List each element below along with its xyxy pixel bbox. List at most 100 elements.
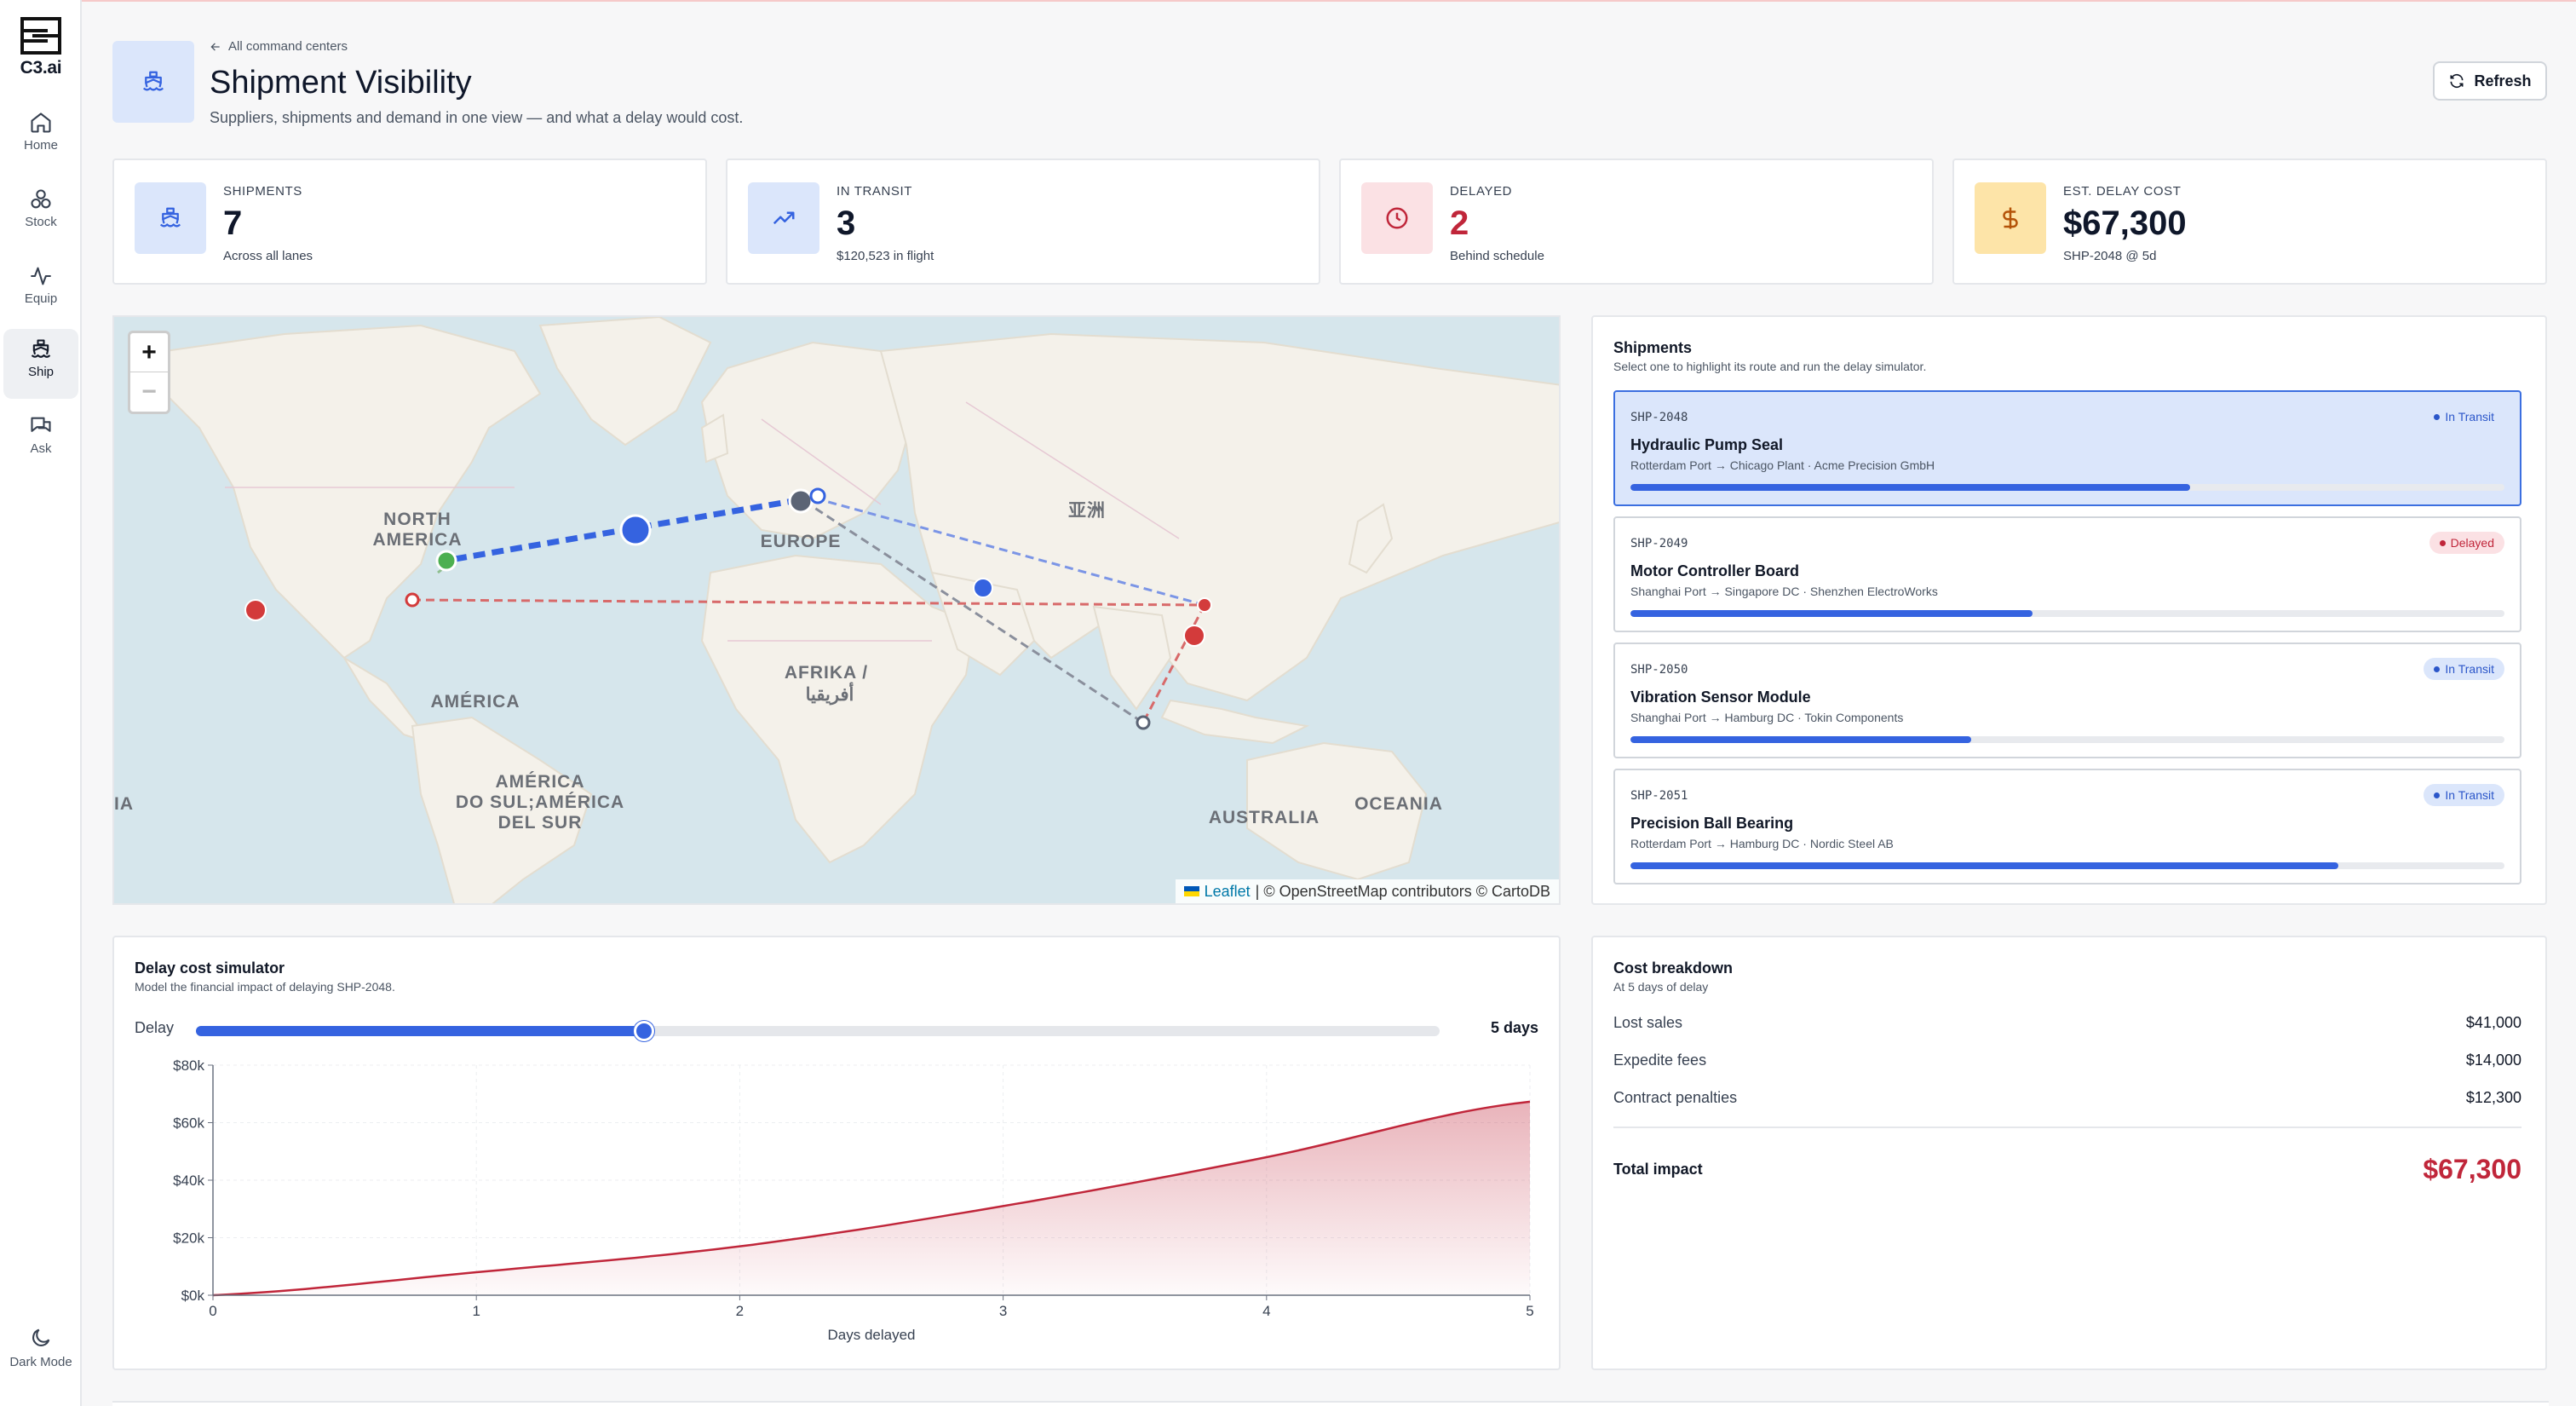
marker-shanghai-port[interactable] bbox=[1197, 597, 1212, 613]
sidebar: C3.ai Home Stock Equip Ship Ask Dark Mod… bbox=[0, 0, 82, 1406]
cost-breakdown-title: Cost breakdown bbox=[1613, 959, 1734, 977]
shipment-id: SHP-2050 bbox=[1630, 663, 1688, 677]
progress-fill bbox=[1630, 610, 2033, 617]
kpi-sub: Behind schedule bbox=[1450, 249, 1544, 263]
marker-supplier-rotterdam[interactable] bbox=[788, 488, 814, 514]
world-map[interactable]: NORTH AMERICA EUROPE 亚洲 AMÉRICA AFRIKA /… bbox=[114, 317, 1561, 905]
marker-shp-2049[interactable] bbox=[1183, 625, 1205, 647]
shipment-name: Precision Ball Bearing bbox=[1630, 815, 1794, 832]
status-dot bbox=[2439, 539, 2446, 546]
sidebar-item-ask[interactable]: Ask bbox=[3, 406, 78, 475]
shipment-card-shp-2051[interactable]: SHP-2051 In Transit Precision Ball Beari… bbox=[1613, 769, 2521, 885]
page-title: Shipment Visibility bbox=[210, 65, 472, 101]
marker-delayed-pacific[interactable] bbox=[244, 599, 267, 621]
breadcrumb-label: All command centers bbox=[228, 39, 348, 54]
cost-label: Lost sales bbox=[1613, 1014, 1683, 1031]
x-tick-label: 2 bbox=[736, 1303, 744, 1319]
cost-row-contract-penalties: Contract penalties $12,300 bbox=[1613, 1089, 2521, 1107]
attribution-text: | © OpenStreetMap contributors © CartoDB bbox=[1255, 882, 1550, 900]
status-dot bbox=[2434, 666, 2441, 672]
progress-fill bbox=[1630, 736, 1972, 743]
zoom-control: + − bbox=[128, 331, 170, 414]
shipment-name: Motor Controller Board bbox=[1630, 562, 1799, 579]
refresh-icon bbox=[2450, 73, 2464, 89]
status-label: In Transit bbox=[2445, 662, 2494, 676]
zoom-in-button[interactable]: + bbox=[130, 333, 168, 372]
kpi-value: 7 bbox=[223, 205, 243, 242]
logo-text: C3.ai bbox=[20, 58, 62, 78]
slider-thumb[interactable] bbox=[633, 1021, 654, 1041]
cost-label: Expedite fees bbox=[1613, 1052, 1707, 1069]
ship-icon bbox=[31, 339, 51, 358]
y-tick-label: $40k bbox=[173, 1173, 204, 1189]
kpi-label: EST. DELAY COST bbox=[2063, 184, 2182, 199]
shipment-name: Hydraulic Pump Seal bbox=[1630, 436, 1784, 453]
shipment-card-shp-2048[interactable]: SHP-2048 In Transit Hydraulic Pump Seal … bbox=[1613, 390, 2521, 506]
map-label-europe: EUROPE bbox=[761, 532, 842, 551]
kpi-label: IN TRANSIT bbox=[837, 184, 913, 199]
map-label-africa: AFRIKA / bbox=[785, 663, 868, 683]
home-icon bbox=[31, 112, 51, 133]
dark-mode-toggle[interactable]: Dark Mode bbox=[3, 1326, 78, 1370]
marker-chicago-plant[interactable] bbox=[435, 550, 457, 572]
status-label: Delayed bbox=[2450, 536, 2494, 550]
status-label: In Transit bbox=[2445, 788, 2494, 802]
shipment-id: SHP-2051 bbox=[1630, 789, 1688, 803]
map-label-oceania: OCEANIA bbox=[1354, 794, 1443, 814]
shipments-title: Shipments bbox=[1613, 339, 1693, 356]
status-dot bbox=[2434, 413, 2441, 420]
shipment-card-shp-2050[interactable]: SHP-2050 In Transit Vibration Sensor Mod… bbox=[1613, 642, 2521, 758]
arrow-left-icon bbox=[210, 42, 220, 51]
x-axis-label: Days delayed bbox=[827, 1327, 915, 1343]
kpi-card-shipments: SHIPMENTS 7 Across all lanes bbox=[112, 158, 707, 285]
cost-label: Contract penalties bbox=[1613, 1089, 1738, 1106]
area-fill bbox=[213, 1101, 1530, 1295]
x-tick-label: 3 bbox=[999, 1303, 1007, 1319]
kpi-label: DELAYED bbox=[1450, 184, 1513, 199]
sidebar-item-label: Stock bbox=[25, 215, 57, 229]
map-label-south-america-3: DEL SUR bbox=[498, 813, 583, 833]
delay-slider[interactable] bbox=[196, 1021, 1440, 1041]
next-section-edge bbox=[112, 1401, 2549, 1406]
map-attribution: Leaflet | © OpenStreetMap contributors ©… bbox=[1175, 879, 1559, 903]
logo[interactable]: C3.ai bbox=[17, 17, 65, 78]
map-label-africa-ar: أفريقيا bbox=[806, 682, 854, 706]
marker-origin-us-south[interactable] bbox=[405, 592, 420, 608]
status-badge: In Transit bbox=[2424, 784, 2504, 806]
shipments-panel: Shipments Select one to highlight its ro… bbox=[1591, 315, 2547, 905]
delay-slider-value: 5 days bbox=[1490, 1019, 1538, 1036]
cost-row-expedite-fees: Expedite fees $14,000 bbox=[1613, 1052, 2521, 1069]
shipment-map[interactable]: NORTH AMERICA EUROPE 亚洲 AMÉRICA AFRIKA /… bbox=[112, 315, 1561, 905]
page-subtitle: Suppliers, shipments and demand in one v… bbox=[210, 109, 744, 126]
marker-shp-2050[interactable] bbox=[973, 578, 993, 598]
refresh-button[interactable]: Refresh bbox=[2433, 61, 2547, 101]
marker-port-rotterdam[interactable] bbox=[809, 487, 826, 504]
top-accent-line bbox=[0, 0, 2576, 2]
sidebar-item-stock[interactable]: Stock bbox=[3, 179, 78, 249]
shipment-card-shp-2049[interactable]: SHP-2049 Delayed Motor Controller Board … bbox=[1613, 516, 2521, 632]
shipments-subtitle: Select one to highlight its route and ru… bbox=[1613, 360, 1927, 373]
simulator-title: Delay cost simulator bbox=[135, 959, 285, 977]
marker-shp-2048[interactable] bbox=[619, 514, 652, 546]
sidebar-item-ship[interactable]: Ship bbox=[3, 329, 78, 399]
sidebar-item-equip[interactable]: Equip bbox=[3, 256, 78, 326]
cost-value: $12,300 bbox=[2465, 1089, 2521, 1106]
shipment-name: Vibration Sensor Module bbox=[1630, 689, 1811, 706]
shipment-id: SHP-2049 bbox=[1630, 537, 1688, 550]
sidebar-item-label: Ask bbox=[30, 441, 52, 456]
page-icon bbox=[112, 41, 194, 123]
clock-icon bbox=[1386, 207, 1408, 229]
sidebar-item-home[interactable]: Home bbox=[3, 102, 78, 172]
y-tick-label: $20k bbox=[173, 1230, 204, 1247]
breadcrumb[interactable]: All command centers bbox=[210, 39, 348, 54]
shipment-progress-bar bbox=[1630, 862, 2504, 869]
status-dot bbox=[2434, 792, 2441, 798]
refresh-label: Refresh bbox=[2474, 72, 2532, 89]
zoom-out-button[interactable]: − bbox=[130, 372, 168, 412]
kpi-icon-box bbox=[135, 182, 206, 254]
marker-singapore-dc[interactable] bbox=[1136, 715, 1151, 730]
leaflet-link[interactable]: Leaflet bbox=[1205, 883, 1251, 901]
map-label-america: AMÉRICA bbox=[431, 692, 520, 712]
progress-fill bbox=[1630, 862, 2339, 869]
map-label-north-america: NORTH bbox=[383, 510, 451, 529]
